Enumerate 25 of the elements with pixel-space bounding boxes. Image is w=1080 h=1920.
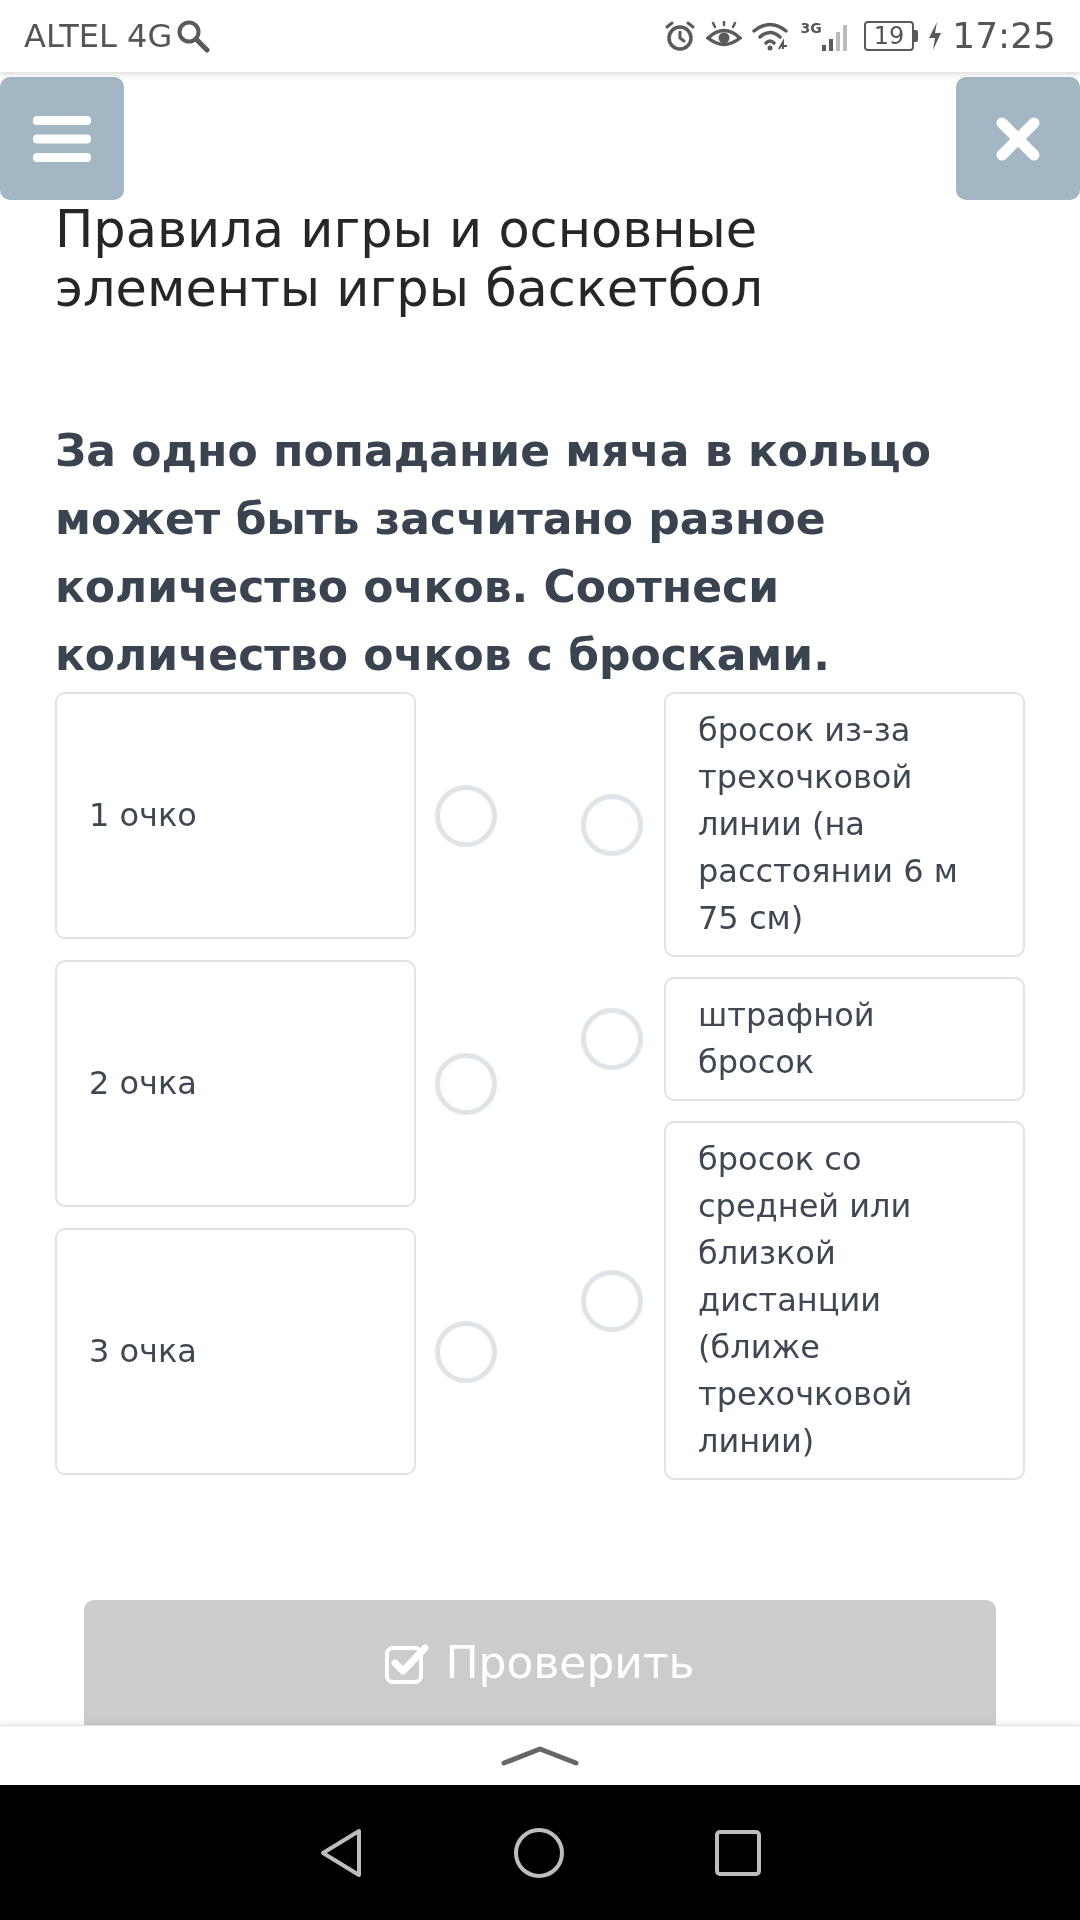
option-card[interactable]: бросок из-за трехочковой линии (на расстоянии 6 м 75 см) bbox=[664, 692, 1025, 957]
menu-button[interactable] bbox=[0, 77, 124, 200]
wifi-icon bbox=[752, 21, 791, 51]
battery-indicator: 19 bbox=[863, 21, 919, 51]
carrier-name: ALTEL 4G bbox=[24, 16, 173, 56]
home-icon[interactable] bbox=[513, 1826, 565, 1879]
clock-time: 17:25 bbox=[952, 16, 1056, 56]
search-icon bbox=[176, 19, 211, 53]
alarm-clock-icon bbox=[664, 20, 697, 52]
question-text: За одно попадание мяча в кольцо может быть засчитано разное количество очков. Соотнеси количество очков с бросками. bbox=[55, 424, 932, 682]
charging-bolt-icon bbox=[928, 22, 943, 50]
option-card[interactable]: 2 очка bbox=[55, 960, 416, 1207]
checkbox-check-icon bbox=[385, 1641, 430, 1684]
option-card[interactable]: бросок со средней или близкой дистанции (ближе трехочковой линии) bbox=[664, 1121, 1025, 1480]
chevron-up-icon[interactable] bbox=[501, 1745, 579, 1766]
option-card[interactable]: 3 очка bbox=[55, 1228, 416, 1475]
option-card[interactable]: 1 очко bbox=[55, 692, 416, 939]
network-type: 3G bbox=[800, 21, 822, 35]
close-icon bbox=[995, 115, 1041, 162]
option-card[interactable]: штрафной бросок bbox=[664, 977, 1025, 1101]
menu-icon bbox=[33, 115, 91, 162]
recent-apps-icon[interactable] bbox=[715, 1829, 761, 1876]
back-icon[interactable] bbox=[319, 1827, 363, 1878]
close-button[interactable] bbox=[956, 77, 1080, 200]
page-title: Правила игры и основные элементы игры баскетбол bbox=[55, 200, 765, 318]
